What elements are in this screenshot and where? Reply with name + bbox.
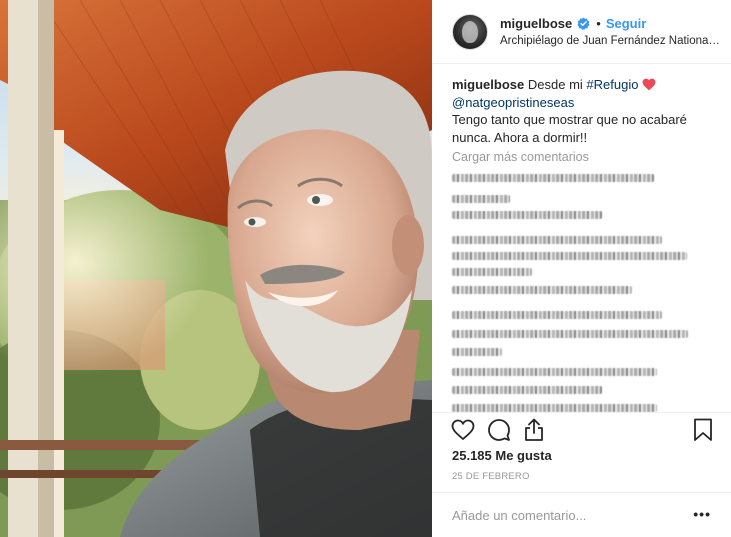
add-comment-input[interactable] — [452, 505, 682, 525]
blurred-comment — [452, 236, 662, 244]
blurred-comment — [452, 252, 687, 260]
avatar[interactable] — [452, 14, 488, 50]
share-upload-icon — [525, 418, 543, 441]
header-username[interactable]: miguelbose — [500, 16, 572, 31]
caption-username[interactable]: miguelbose — [452, 77, 524, 92]
blurred-comment — [452, 311, 662, 319]
blurred-comment — [452, 386, 602, 394]
more-options-button[interactable]: ••• — [693, 506, 711, 522]
verified-badge-icon — [577, 17, 590, 30]
blurred-comment — [452, 211, 602, 219]
blurred-comment — [452, 348, 502, 356]
photo-artwork — [0, 0, 432, 537]
share-button[interactable] — [521, 417, 547, 443]
hashtag-link[interactable]: #Refugio — [586, 77, 638, 92]
blurred-comment — [452, 195, 510, 203]
post-actions: 25.185 Me gusta 25 de febrero — [432, 412, 731, 502]
blurred-comment — [452, 368, 657, 376]
like-button[interactable] — [450, 417, 476, 443]
follow-button[interactable]: Seguir — [606, 16, 646, 31]
add-comment-bar: ••• — [432, 492, 731, 537]
red-heart-emoji-icon — [642, 78, 656, 91]
comment-button[interactable] — [486, 417, 512, 443]
location-link[interactable]: Archipiélago de Juan Fernández National … — [500, 35, 722, 47]
post-header: miguelbose • Seguir Archipiélago de Juan… — [432, 0, 731, 64]
post-date[interactable]: 25 de febrero — [452, 471, 530, 482]
blurred-comment — [452, 174, 654, 182]
blurred-comment — [452, 268, 532, 276]
blurred-comment — [452, 404, 657, 412]
mention-link[interactable]: @natgeopristineseas — [452, 95, 574, 110]
save-button[interactable] — [690, 417, 716, 443]
likes-count[interactable]: 25.185 Me gusta — [452, 448, 552, 463]
header-user-line: miguelbose • Seguir — [500, 16, 646, 31]
blurred-comment — [452, 286, 632, 294]
comment-bubble-icon — [488, 419, 510, 441]
load-more-comments-link[interactable]: Cargar más comentarios — [452, 150, 589, 164]
blurred-comment — [452, 330, 688, 338]
post-caption: miguelbose Desde mi #Refugio @natgeopris… — [452, 76, 717, 146]
post-photo[interactable] — [0, 0, 432, 537]
caption-text-before: Desde mi — [527, 77, 583, 92]
comments-section: miguelbose Desde mi #Refugio @natgeopris… — [432, 64, 731, 412]
caption-text-after: Tengo tanto que mostrar que no acabaré n… — [452, 112, 687, 145]
post-side-panel: miguelbose • Seguir Archipiélago de Juan… — [432, 0, 731, 537]
header-separator: • — [596, 16, 601, 31]
bookmark-icon — [694, 418, 712, 441]
heart-icon — [451, 419, 475, 441]
